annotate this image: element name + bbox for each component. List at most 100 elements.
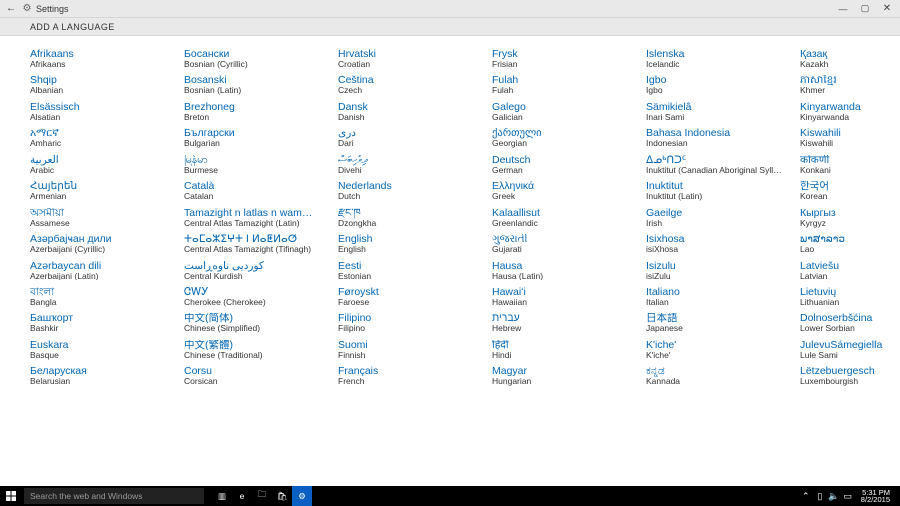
language-item[interactable]: NederlandsDutch (338, 180, 474, 203)
language-item[interactable]: БългарскиBulgarian (184, 127, 320, 150)
language-item[interactable]: ÍslenskaIcelandic (646, 48, 782, 71)
language-item[interactable]: हिंदीHindi (492, 339, 628, 362)
task-view-icon[interactable]: ▥ (212, 486, 232, 506)
language-item[interactable]: درىDari (338, 127, 474, 150)
language-item[interactable]: SämikielâInari Sami (646, 101, 782, 124)
window-titlebar: ← ⚙ Settings — ▢ ✕ (0, 0, 900, 18)
language-item[interactable]: GaeilgeIrish (646, 207, 782, 230)
language-item[interactable]: ಕನ್ನಡKannada (646, 365, 782, 388)
language-item[interactable]: አማርኛAmharic (30, 127, 166, 150)
language-item[interactable]: DeutschGerman (492, 154, 628, 177)
language-item[interactable]: AfrikaansAfrikaans (30, 48, 166, 71)
language-native-name: Shqip (30, 75, 166, 86)
language-item[interactable]: КыргызKyrgyz (800, 207, 900, 230)
language-item[interactable]: IgboIgbo (646, 74, 782, 97)
language-item[interactable]: ພາສາລາວLao (800, 233, 900, 256)
language-item[interactable]: MagyarHungarian (492, 365, 628, 388)
taskbar-search-input[interactable] (24, 488, 204, 504)
store-icon[interactable]: 🛍 (272, 486, 292, 506)
tray-action-center-icon[interactable]: ▭ (841, 491, 855, 502)
language-item[interactable]: FøroysktFaroese (338, 286, 474, 309)
language-item[interactable]: EuskaraBasque (30, 339, 166, 362)
back-button[interactable]: ← (2, 3, 20, 14)
language-item[interactable]: KinyarwandaKinyarwanda (800, 101, 900, 124)
language-item[interactable]: کوردیی ناوەڕاستCentral Kurdish (184, 260, 320, 283)
language-item[interactable]: ភាសាខ្មែរKhmer (800, 74, 900, 97)
language-item[interactable]: CorsuCorsican (184, 365, 320, 388)
language-item[interactable]: ᐃᓄᒃᑎᑐᑦInuktitut (Canadian Aboriginal Syl… (646, 154, 782, 177)
language-item[interactable]: ՀայերենArmenian (30, 180, 166, 203)
language-item[interactable]: ElsässischAlsatian (30, 101, 166, 124)
language-item[interactable]: BrezhonegBreton (184, 101, 320, 124)
language-item[interactable]: العربيةArabic (30, 154, 166, 177)
language-item[interactable]: 中文(简体)Chinese (Simplified) (184, 312, 320, 335)
language-item[interactable]: EnglishEnglish (338, 233, 474, 256)
language-item[interactable]: LietuviųLithuanian (800, 286, 900, 309)
language-item[interactable]: རྫོང་ཁDzongkha (338, 207, 474, 230)
language-item[interactable]: InuktitutInuktitut (Latin) (646, 180, 782, 203)
language-item[interactable]: ᏣᎳᎩCherokee (Cherokee) (184, 286, 320, 309)
language-item[interactable]: FryskFrisian (492, 48, 628, 71)
language-item[interactable]: 日本語Japanese (646, 312, 782, 335)
language-english-name: Galician (492, 113, 628, 122)
language-item[interactable]: ⵜⴰⵎⴰⵣⵉⵖⵜ ⵏ ⵍⴰⵟⵍⴰⵚCentral Atlas Tamazight… (184, 233, 320, 256)
language-item[interactable]: ΕλληνικάGreek (492, 180, 628, 203)
language-item[interactable]: FilipinoFilipino (338, 312, 474, 335)
language-item[interactable]: KiswahiliKiswahili (800, 127, 900, 150)
language-item[interactable]: БосанскиBosnian (Cyrillic) (184, 48, 320, 71)
language-item[interactable]: БашҡортBashkir (30, 312, 166, 335)
language-item[interactable]: Азәрбајҹан дилиAzerbaijani (Cyrillic) (30, 233, 166, 256)
language-item[interactable]: IsizuluisiZulu (646, 260, 782, 283)
maximize-button[interactable]: ▢ (854, 3, 876, 14)
language-item[interactable]: HausaHausa (Latin) (492, 260, 628, 283)
language-item[interactable]: EestiEstonian (338, 260, 474, 283)
language-item[interactable]: LëtzebuergeschLuxembourgish (800, 365, 900, 388)
language-item[interactable]: FulahFulah (492, 74, 628, 97)
language-item[interactable]: 中文(繁體)Chinese (Traditional) (184, 339, 320, 362)
language-item[interactable]: မြန်မာBurmese (184, 154, 320, 177)
language-item[interactable]: CatalàCatalan (184, 180, 320, 203)
language-item[interactable]: ગુજરાતીGujarati (492, 233, 628, 256)
taskbar-clock[interactable]: 5:31 PM 8/2/2015 (855, 489, 894, 504)
edge-icon[interactable]: e (232, 486, 252, 506)
language-item[interactable]: Bahasa IndonesiaIndonesian (646, 127, 782, 150)
tray-overflow-icon[interactable]: ⌃ (799, 491, 813, 502)
language-item[interactable]: বাংলাBangla (30, 286, 166, 309)
tray-network-icon[interactable]: ▯ (813, 491, 827, 502)
language-item[interactable]: ქართულიGeorgian (492, 127, 628, 150)
language-item[interactable]: KalaallisutGreenlandic (492, 207, 628, 230)
language-native-name: Igbo (646, 75, 782, 86)
language-item[interactable]: ҚазақKazakh (800, 48, 900, 71)
language-item[interactable]: SuomiFinnish (338, 339, 474, 362)
minimize-button[interactable]: — (832, 4, 854, 14)
language-item[interactable]: ShqipAlbanian (30, 74, 166, 97)
language-item[interactable]: HawaiʻiHawaiian (492, 286, 628, 309)
language-item[interactable]: JulevuSámegiellaLule Sami (800, 339, 900, 362)
language-item[interactable]: DolnoserbšćinaLower Sorbian (800, 312, 900, 335)
language-item[interactable]: БеларускаяBelarusian (30, 365, 166, 388)
language-item[interactable]: 한국어Korean (800, 180, 900, 203)
language-item[interactable]: Tamazight n latlas n wamm…Central Atlas … (184, 207, 320, 230)
language-english-name: isiXhosa (646, 245, 782, 254)
language-item[interactable]: BosanskiBosnian (Latin) (184, 74, 320, 97)
language-item[interactable]: GalegoGalician (492, 101, 628, 124)
language-item[interactable]: DanskDanish (338, 101, 474, 124)
tray-sound-icon[interactable]: 🔈 (827, 491, 841, 502)
language-item[interactable]: ČeštinaCzech (338, 74, 474, 97)
language-item[interactable]: ދިވެހިބަސްDivehi (338, 154, 474, 177)
language-native-name: Hausa (492, 261, 628, 272)
close-button[interactable]: ✕ (876, 3, 898, 14)
language-item[interactable]: LatviešuLatvian (800, 260, 900, 283)
language-item[interactable]: ItalianoItalian (646, 286, 782, 309)
language-item[interactable]: IsixhosaisiXhosa (646, 233, 782, 256)
language-item[interactable]: অসমীয়াAssamese (30, 207, 166, 230)
language-item[interactable]: עבריתHebrew (492, 312, 628, 335)
language-item[interactable]: कोंकणीKonkani (800, 154, 900, 177)
language-item[interactable]: HrvatskiCroatian (338, 48, 474, 71)
language-item[interactable]: K'iche'K'iche' (646, 339, 782, 362)
settings-app-icon[interactable]: ⚙ (292, 486, 312, 506)
language-item[interactable]: Azərbaycan diliAzerbaijani (Latin) (30, 260, 166, 283)
language-item[interactable]: FrançaisFrench (338, 365, 474, 388)
file-explorer-icon[interactable]: 🗀 (252, 486, 272, 506)
start-button[interactable] (0, 486, 22, 506)
